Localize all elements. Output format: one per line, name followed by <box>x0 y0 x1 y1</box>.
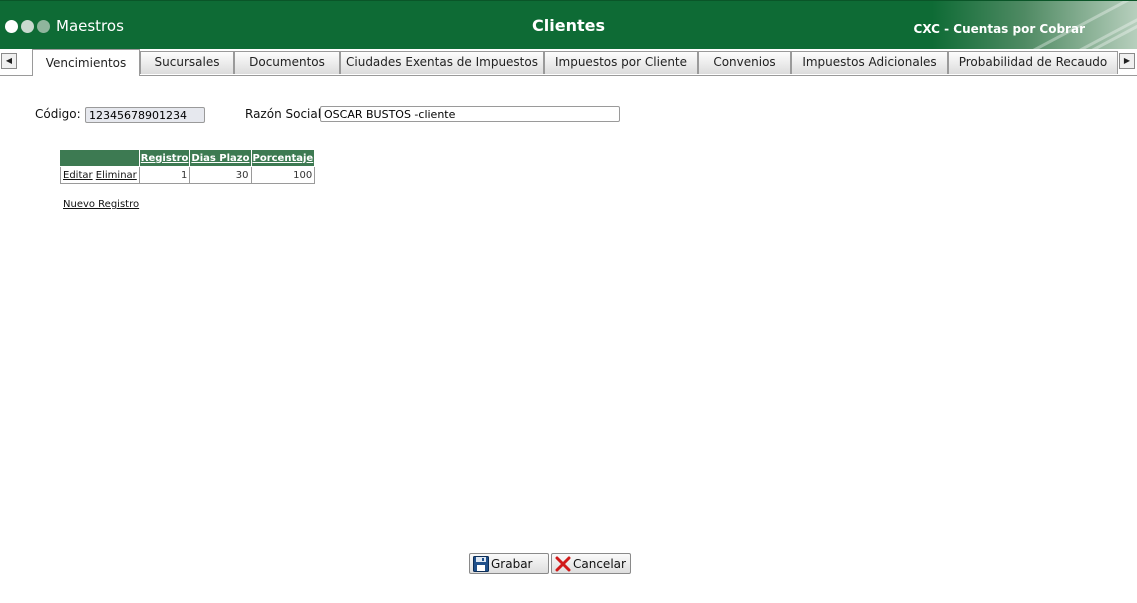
codigo-label: Código: <box>35 107 81 121</box>
table-row: Editar Eliminar 1 30 100 <box>60 166 316 184</box>
razon-social-field[interactable]: OSCAR BUSTOS -cliente <box>320 106 620 122</box>
new-record-link[interactable]: Nuevo Registro <box>63 199 139 210</box>
tab-ciudades-exentas[interactable]: Ciudades Exentas de Impuestos <box>340 51 544 74</box>
save-button-label: Grabar <box>491 556 533 571</box>
module-name: CXC - Cuentas por Cobrar <box>913 22 1085 36</box>
table-header-row: Registro Dias Plazo Porcentaje <box>60 149 316 167</box>
edit-link[interactable]: Editar <box>63 170 93 181</box>
vencimientos-table: Registro Dias Plazo Porcentaje Editar El… <box>60 149 316 184</box>
col-dias-plazo-header[interactable]: Dias Plazo <box>189 149 252 167</box>
cell-registro: 1 <box>138 166 191 184</box>
red-x-icon <box>555 556 571 572</box>
app-header: Maestros Clientes CXC - Cuentas por Cobr… <box>0 0 1137 49</box>
tab-vencimientos[interactable]: Vencimientos <box>32 49 140 76</box>
codigo-field[interactable]: 12345678901234 <box>85 107 205 123</box>
tab-sucursales[interactable]: Sucursales <box>140 51 234 74</box>
cell-porcentaje: 100 <box>250 166 316 184</box>
col-porcentaje-header[interactable]: Porcentaje <box>250 149 316 167</box>
row-actions: Editar Eliminar <box>60 166 140 184</box>
tab-bar: ◀ Vencimientos Sucursales Documentos Ciu… <box>0 49 1137 76</box>
floppy-disk-icon <box>473 555 489 572</box>
save-button[interactable]: Grabar <box>469 553 549 574</box>
cancel-button-label: Cancelar <box>573 556 626 571</box>
cancel-button[interactable]: Cancelar <box>551 553 631 574</box>
col-registro-header[interactable]: Registro <box>138 149 191 167</box>
scroll-right-icon[interactable]: ▶ <box>1119 53 1135 69</box>
scroll-left-icon[interactable]: ◀ <box>1 53 17 69</box>
tab-documentos[interactable]: Documentos <box>234 51 340 74</box>
tab-convenios[interactable]: Convenios <box>698 51 791 74</box>
app-name[interactable]: Maestros <box>56 17 124 35</box>
razon-social-label: Razón Social: <box>245 107 326 121</box>
actions-header <box>60 149 140 167</box>
delete-link[interactable]: Eliminar <box>96 170 137 181</box>
window-dots-icon <box>5 20 50 33</box>
tab-probabilidad-recaudo[interactable]: Probabilidad de Recaudo <box>948 51 1118 74</box>
cell-dias-plazo: 30 <box>189 166 252 184</box>
tab-impuestos-adicionales[interactable]: Impuestos Adicionales <box>791 51 948 74</box>
tab-impuestos-por-cliente[interactable]: Impuestos por Cliente <box>544 51 698 74</box>
